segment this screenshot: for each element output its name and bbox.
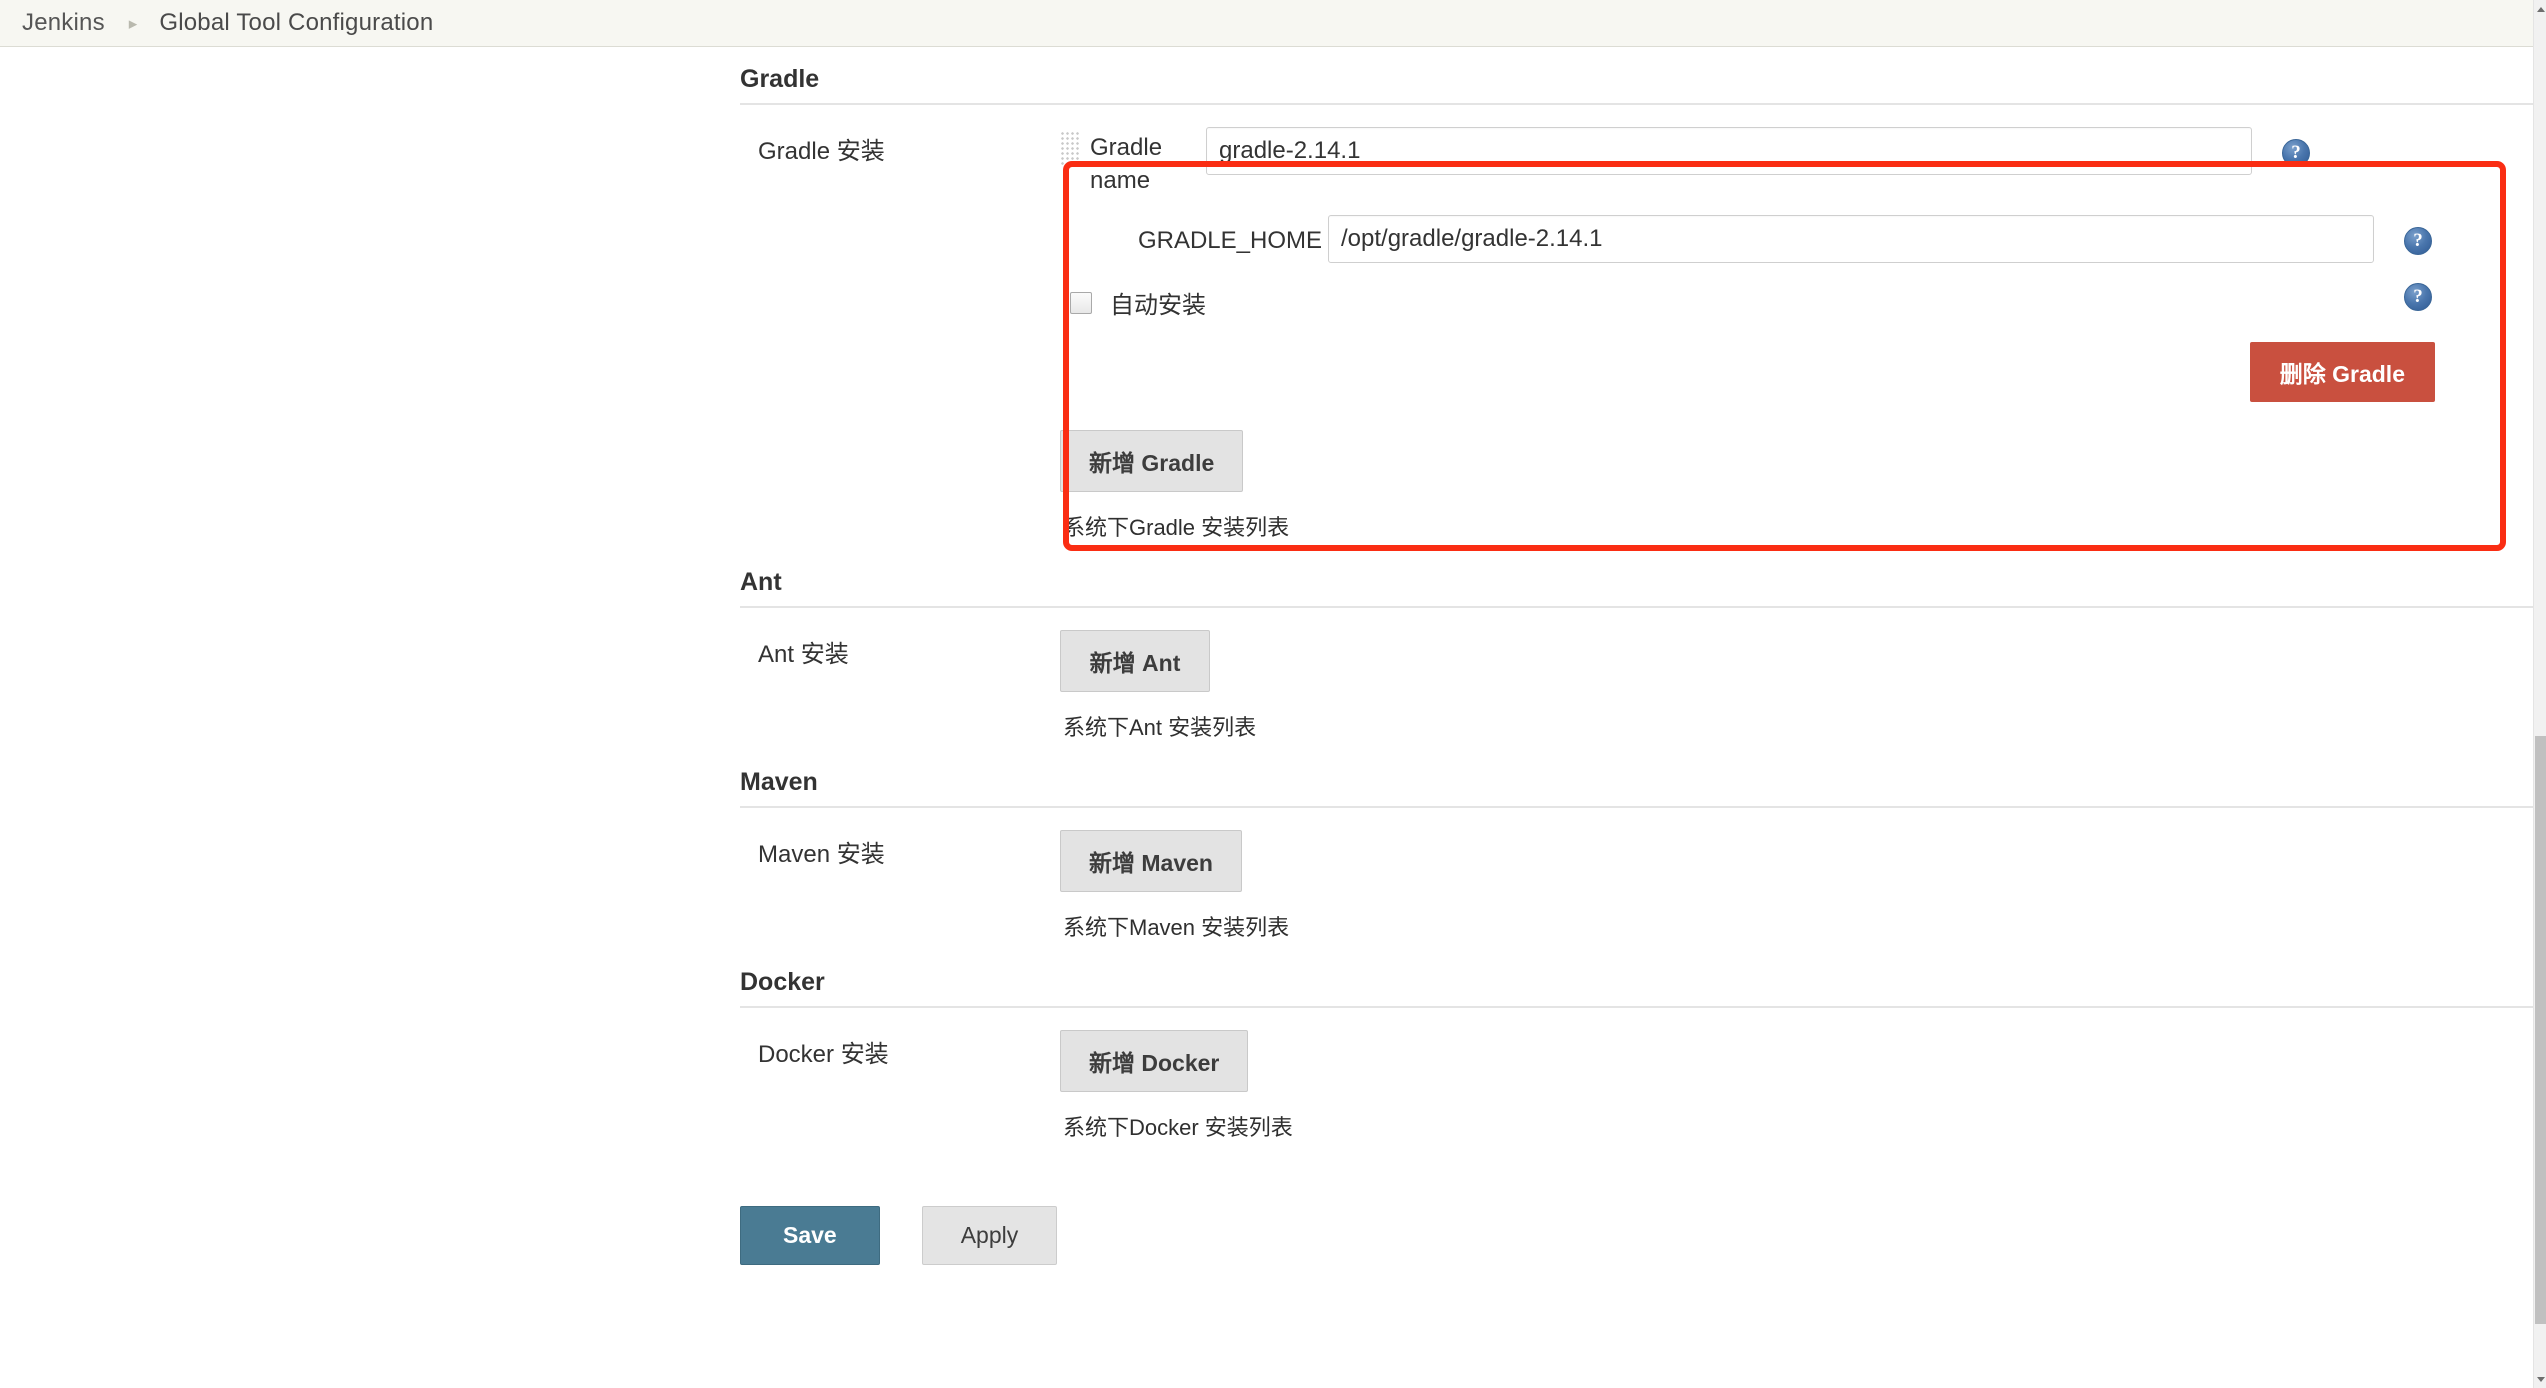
gradle-installation-block: Gradle name ? GRADLE_HOME ? bbox=[1060, 127, 2533, 403]
section-title-gradle: Gradle bbox=[740, 65, 820, 93]
auto-install-checkbox[interactable] bbox=[1070, 291, 1092, 314]
add-gradle-button[interactable]: 新增 Gradle bbox=[1060, 430, 1244, 493]
hint-ant: 系统下Ant 安装列表 bbox=[1063, 715, 1257, 741]
add-ant-area: 新增 Ant 系统下Ant 安装列表 bbox=[1060, 630, 2533, 742]
breadcrumb-root-link[interactable]: Jenkins bbox=[22, 9, 105, 37]
section-gradle-header: Gradle bbox=[740, 47, 2533, 105]
breadcrumb-bar: Jenkins ▸ Global Tool Configuration bbox=[0, 0, 2533, 47]
gradle-name-input-wrap: ? bbox=[1206, 127, 2310, 175]
row-gradle-installations: Gradle 安装 Gradle name ? bbox=[740, 105, 2533, 542]
vertical-scrollbar[interactable] bbox=[2533, 0, 2546, 1388]
section-ant-header: Ant bbox=[740, 542, 2533, 609]
delete-gradle-row: 删除 Gradle bbox=[1060, 342, 2533, 403]
add-gradle-area: 新增 Gradle 系统下Gradle 安装列表 bbox=[1060, 430, 2533, 542]
label-gradle-home: GRADLE_HOME bbox=[1137, 227, 1322, 255]
apply-button[interactable]: Apply bbox=[921, 1206, 1058, 1266]
docker-installation-body: 新增 Docker 系统下Docker 安装列表 bbox=[1060, 1030, 2533, 1142]
add-ant-button[interactable]: 新增 Ant bbox=[1060, 630, 1210, 693]
scroll-up-arrow-icon[interactable] bbox=[2534, 2, 2546, 16]
add-maven-area: 新增 Maven 系统下Maven 安装列表 bbox=[1060, 830, 2533, 942]
gradle-name-input[interactable] bbox=[1206, 127, 2252, 175]
gradle-installation-body: Gradle name ? GRADLE_HOME ? bbox=[1060, 127, 2533, 542]
scroll-down-arrow-icon[interactable] bbox=[2534, 1372, 2546, 1386]
auto-install-label[interactable]: 自动安装 bbox=[1110, 285, 1206, 320]
gradle-home-input[interactable] bbox=[1328, 215, 2374, 264]
maven-installation-body: 新增 Maven 系统下Maven 安装列表 bbox=[1060, 830, 2533, 942]
field-gradle-name: Gradle name ? bbox=[1060, 127, 2533, 197]
form-actions: Save Apply bbox=[740, 1206, 2533, 1266]
row-docker-installations: Docker 安装 新增 Docker 系统下Docker 安装列表 bbox=[740, 1008, 2533, 1142]
help-question-icon[interactable]: ? bbox=[2282, 139, 2310, 167]
scrollbar-thumb[interactable] bbox=[2535, 736, 2546, 1324]
hint-gradle: 系统下Gradle 安装列表 bbox=[1063, 515, 1290, 541]
row-ant-installations: Ant 安装 新增 Ant 系统下Ant 安装列表 bbox=[740, 608, 2533, 742]
add-docker-button[interactable]: 新增 Docker bbox=[1060, 1030, 1249, 1093]
help-question-icon[interactable]: ? bbox=[2404, 283, 2432, 312]
gradle-home-input-wrap: ? bbox=[1328, 215, 2432, 264]
row-label-maven: Maven 安装 bbox=[758, 841, 885, 869]
breadcrumb-separator-icon: ▸ bbox=[128, 13, 138, 33]
section-docker-header: Docker bbox=[740, 942, 2533, 1009]
section-maven-header: Maven bbox=[740, 742, 2533, 809]
help-question-icon[interactable]: ? bbox=[2404, 227, 2432, 256]
row-maven-installations: Maven 安装 新增 Maven 系统下Maven 安装列表 bbox=[740, 808, 2533, 942]
ant-installation-body: 新增 Ant 系统下Ant 安装列表 bbox=[1060, 630, 2533, 742]
add-docker-area: 新增 Docker 系统下Docker 安装列表 bbox=[1060, 1030, 2533, 1142]
hint-maven: 系统下Maven 安装列表 bbox=[1063, 915, 1290, 941]
configuration-form: Gradle Gradle 安装 Gradle name ? bbox=[0, 47, 2533, 1266]
section-title-ant: Ant bbox=[740, 568, 782, 597]
section-title-maven: Maven bbox=[740, 768, 818, 797]
row-label-ant: Ant 安装 bbox=[758, 641, 849, 669]
hint-docker: 系统下Docker 安装列表 bbox=[1063, 1115, 1293, 1141]
save-button[interactable]: Save bbox=[740, 1206, 880, 1266]
add-maven-button[interactable]: 新增 Maven bbox=[1060, 830, 1242, 893]
section-title-docker: Docker bbox=[740, 968, 825, 997]
field-gradle-home: GRADLE_HOME ? bbox=[1060, 215, 2533, 264]
label-gradle-name: Gradle name bbox=[1090, 134, 1163, 195]
row-label-gradle: Gradle 安装 bbox=[758, 138, 885, 165]
field-auto-install: 自动安装 ? bbox=[1060, 283, 2533, 320]
page-canvas: Gradle Gradle 安装 Gradle name ? bbox=[0, 47, 2533, 1388]
row-label-docker: Docker 安装 bbox=[758, 1041, 889, 1069]
drag-dots-icon[interactable] bbox=[1060, 131, 1082, 171]
breadcrumb-current-page[interactable]: Global Tool Configuration bbox=[159, 9, 433, 37]
delete-gradle-button[interactable]: 删除 Gradle bbox=[2249, 342, 2435, 403]
